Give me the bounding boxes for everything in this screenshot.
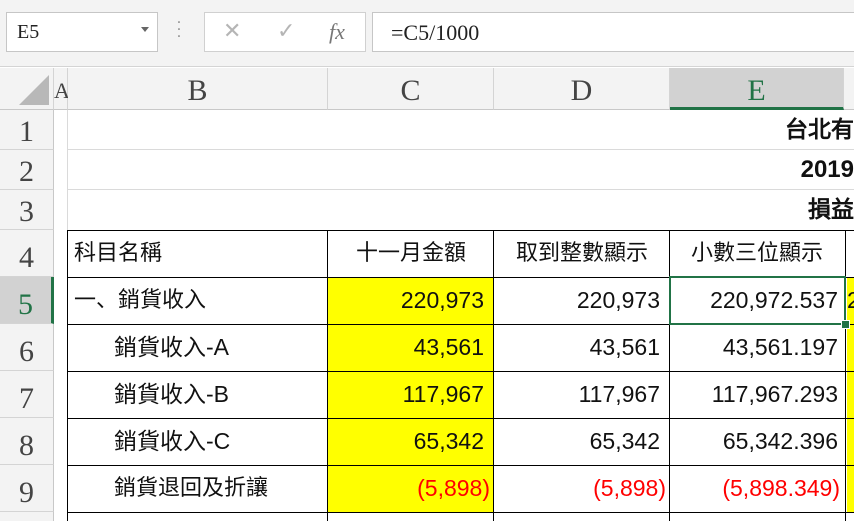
- table-border: [68, 512, 854, 513]
- cell-b6[interactable]: 銷貨收入-A: [68, 324, 328, 371]
- cell-e7[interactable]: 117,967.293: [670, 371, 844, 418]
- row-header-9[interactable]: 9: [0, 465, 54, 512]
- formula-input[interactable]: =C5/1000: [372, 12, 854, 52]
- table-border: [845, 230, 846, 521]
- formula-text: =C5/1000: [391, 20, 480, 45]
- cell-d6[interactable]: 43,561: [494, 324, 670, 371]
- select-all-icon: [19, 75, 49, 105]
- row-header-10[interactable]: [0, 512, 54, 521]
- title-statement[interactable]: 損益: [68, 190, 854, 230]
- formula-toolbar: E5 · · · ✕ ✓ fx =C5/1000: [0, 0, 854, 67]
- cell-b8[interactable]: 銷貨收入-C: [68, 418, 328, 465]
- title-company[interactable]: 台北有: [68, 110, 854, 150]
- column-header-d[interactable]: D: [494, 68, 670, 110]
- cell-e8[interactable]: 65,342.396: [670, 418, 844, 465]
- table-border: [669, 230, 670, 521]
- table-border: [68, 418, 854, 419]
- check-icon[interactable]: ✓: [277, 19, 295, 44]
- cell-c9[interactable]: (5,898): [328, 465, 494, 512]
- name-box[interactable]: E5: [6, 12, 158, 52]
- row-header-8[interactable]: 8: [0, 418, 54, 465]
- column-header-f[interactable]: [844, 68, 854, 110]
- cell-c5[interactable]: 220,973: [328, 277, 494, 324]
- active-cell-outline: [669, 276, 846, 325]
- title-year[interactable]: 2019: [68, 150, 854, 190]
- row-header-7[interactable]: 7: [0, 371, 54, 418]
- table-border: [68, 465, 854, 466]
- header-integer-display[interactable]: 取到整數顯示: [494, 230, 670, 277]
- cell-b5[interactable]: 一、銷貨收入: [68, 277, 328, 324]
- fill-handle[interactable]: [841, 320, 850, 329]
- select-all-corner[interactable]: [0, 68, 54, 110]
- cell-d7[interactable]: 117,967: [494, 371, 670, 418]
- cell-f5[interactable]: 2: [847, 277, 854, 324]
- header-account-name[interactable]: 科目名稱: [68, 230, 328, 277]
- row-header-2[interactable]: 2: [0, 150, 54, 190]
- cell-d8[interactable]: 65,342: [494, 418, 670, 465]
- cell-d9[interactable]: (5,898): [494, 465, 670, 512]
- cancel-icon[interactable]: ✕: [223, 19, 241, 44]
- table-border: [493, 230, 494, 521]
- row-header-3[interactable]: 3: [0, 190, 54, 230]
- cell-d5[interactable]: 220,973: [494, 277, 670, 324]
- table-border: [67, 230, 68, 521]
- table-border: [68, 371, 854, 372]
- header-november-amount[interactable]: 十一月金額: [328, 230, 494, 277]
- insert-function-icon[interactable]: fx: [329, 19, 345, 45]
- column-header-a[interactable]: A: [54, 68, 70, 110]
- row-header-5[interactable]: 5: [0, 277, 54, 324]
- column-header-c[interactable]: C: [328, 68, 494, 110]
- table-border: [68, 230, 854, 231]
- formula-buttons: ✕ ✓ fx: [204, 12, 366, 52]
- cell-e6[interactable]: 43,561.197: [670, 324, 844, 371]
- cell-c6[interactable]: 43,561: [328, 324, 494, 371]
- name-box-value: E5: [17, 21, 40, 43]
- column-header-b[interactable]: B: [68, 68, 328, 110]
- row-header-1[interactable]: 1: [0, 110, 54, 150]
- cell-b9[interactable]: 銷貨退回及折讓: [68, 465, 328, 512]
- drag-handle-icon[interactable]: · · ·: [176, 16, 182, 44]
- row-header-4[interactable]: 4: [0, 230, 54, 277]
- cell-c7[interactable]: 117,967: [328, 371, 494, 418]
- row-header-6[interactable]: 6: [0, 324, 54, 371]
- cell-e9[interactable]: (5,898.349): [670, 465, 844, 512]
- chevron-down-icon[interactable]: [141, 27, 149, 32]
- cell-b7[interactable]: 銷貨收入-B: [68, 371, 328, 418]
- header-three-decimal-display[interactable]: 小數三位顯示: [670, 230, 844, 277]
- table-border: [327, 230, 328, 521]
- cell-c8[interactable]: 65,342: [328, 418, 494, 465]
- column-header-e[interactable]: E: [670, 68, 844, 110]
